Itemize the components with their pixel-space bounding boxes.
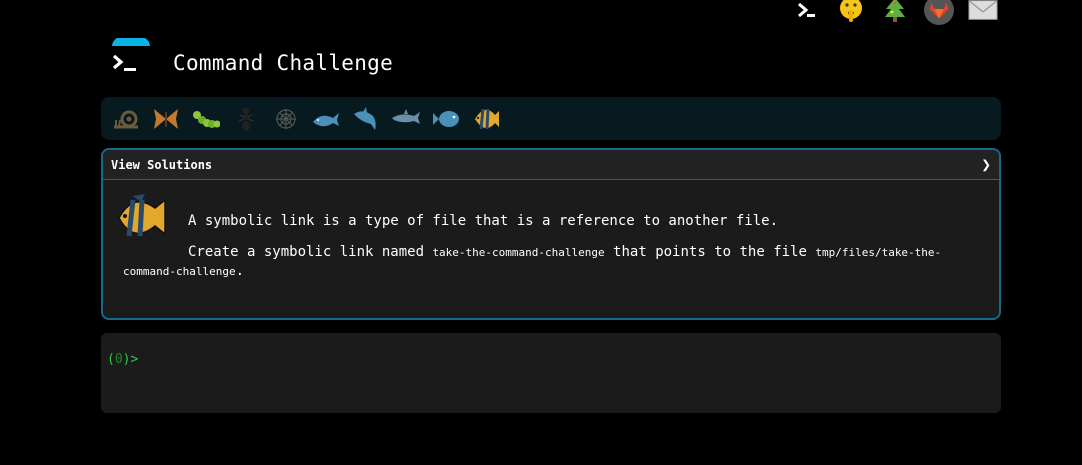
shushing-face-icon[interactable] [836, 0, 866, 24]
envelope-icon[interactable] [968, 0, 998, 24]
challenge-description: A symbolic link is a type of file that i… [123, 212, 973, 281]
level-tropical-fish-icon[interactable] [469, 102, 503, 136]
level-blowfish-icon[interactable] [429, 102, 463, 136]
level-spider-web-icon[interactable] [269, 102, 303, 136]
level-caterpillar-icon[interactable] [189, 102, 223, 136]
page-title: Command Challenge [173, 51, 394, 75]
prompt-exit-code: 0 [114, 352, 123, 367]
p2-text-end: . [235, 263, 245, 279]
level-dolphin-icon[interactable] [389, 102, 423, 136]
level-butterfly-icon[interactable] [149, 102, 183, 136]
logo [110, 34, 152, 78]
challenge-paragraph-1: A symbolic link is a type of file that i… [188, 213, 779, 229]
header-icons [792, 0, 998, 25]
prompt-close: )> [122, 352, 139, 367]
view-solutions-toggle[interactable]: View Solutions ❯ [103, 150, 999, 180]
prompt-open: ( [107, 352, 115, 367]
level-snail-icon[interactable] [109, 102, 143, 136]
level-shark-icon[interactable] [349, 102, 383, 136]
p2-text-middle: that points to the file [604, 244, 816, 260]
challenge-paragraph-2: Create a symbolic link named take-the-co… [123, 243, 973, 281]
gitlab-icon[interactable] [924, 0, 954, 25]
terminal-prompt: (0)> [107, 352, 138, 367]
terminal-icon[interactable] [792, 0, 822, 24]
level-ant-icon[interactable] [229, 102, 263, 136]
challenge-card: View Solutions ❯ A symbolic link is a ty… [101, 148, 1001, 320]
view-solutions-label: View Solutions [111, 157, 213, 172]
tree-icon[interactable] [880, 0, 910, 24]
link-name-code: take-the-command-challenge [432, 246, 605, 259]
terminal-input[interactable]: (0)> [101, 333, 1001, 413]
level-bar [101, 97, 1001, 140]
p2-text-before: Create a symbolic link named [188, 244, 433, 260]
chevron-right-icon: ❯ [981, 155, 991, 174]
level-whale-icon[interactable] [309, 102, 343, 136]
